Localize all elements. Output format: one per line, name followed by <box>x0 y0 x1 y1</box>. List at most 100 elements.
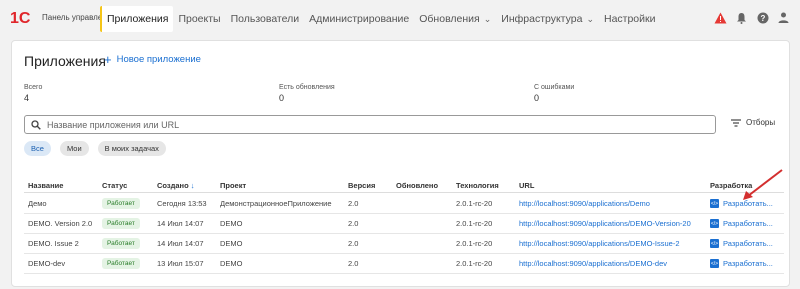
chevron-down-icon: ⌄ <box>586 14 594 24</box>
col-created[interactable]: Создано ↓ <box>157 179 195 192</box>
stat-updates: Есть обновления 0 <box>279 84 335 103</box>
develop-link[interactable]: </> Разработать... <box>710 234 773 253</box>
cell-version: 2.0 <box>348 259 359 268</box>
new-app-label: Новое приложение <box>116 54 201 65</box>
develop-label: Разработать... <box>723 259 773 268</box>
applications-card: Приложения + Новое приложение Всего 4 Ес… <box>11 40 790 287</box>
chip-filter[interactable]: Мои <box>59 141 89 156</box>
chip-filter[interactable]: Все <box>24 141 51 156</box>
code-icon: </> <box>710 219 719 228</box>
table-row[interactable]: Демо Работает Сегодня 13:53 Демонстрационно… <box>24 194 784 214</box>
col-url[interactable]: URL <box>519 179 534 192</box>
logo-1c-icon[interactable]: 1С <box>10 8 40 26</box>
stat-value: 4 <box>24 93 30 103</box>
cell-version: 2.0 <box>348 199 359 208</box>
cell-status: Работает <box>102 234 140 253</box>
nav-item-3[interactable]: Администрирование <box>304 6 414 32</box>
stat-value: 0 <box>534 93 540 103</box>
col-dev[interactable]: Разработка <box>710 179 752 192</box>
url-link[interactable]: http://localhost:9090/applications/DEMO-… <box>519 214 691 233</box>
nav-item-label: Администрирование <box>309 13 410 25</box>
chip-filter[interactable]: В моих задачах <box>97 141 166 156</box>
url-link[interactable]: http://localhost:9090/applications/DEMO-… <box>519 254 667 273</box>
col-version[interactable]: Версия <box>348 179 375 192</box>
cell-name: DEMO. Issue 2 <box>28 239 79 248</box>
filters-button[interactable]: Отборы <box>731 118 775 127</box>
col-updated[interactable]: Обновлено <box>396 179 438 192</box>
cell-project: DEMO <box>220 219 243 228</box>
col-name[interactable]: Название <box>28 179 63 192</box>
col-status[interactable]: Статус <box>102 179 127 192</box>
status-badge: Работает <box>102 258 140 269</box>
warning-icon[interactable] <box>714 11 727 24</box>
nav-item-label: Проекты <box>178 13 221 25</box>
nav-item-6[interactable]: Настройки <box>599 6 661 32</box>
develop-link[interactable]: </> Разработать... <box>710 254 773 273</box>
cell-project: DEMO <box>220 259 243 268</box>
stat-errors: С ошибками 0 <box>534 84 574 103</box>
url-link[interactable]: http://localhost:9090/applications/DEMO-… <box>519 234 680 253</box>
develop-link[interactable]: </> Разработать... <box>710 214 773 233</box>
develop-label: Разработать... <box>723 239 773 248</box>
filter-chips: Все Мои В моих задачах <box>24 141 166 156</box>
table-row[interactable]: DEMO. Issue 2 Работает 14 Июл 14:07 DEMO 2.0… <box>24 234 784 254</box>
cell-tech: 2.0.1-rc-20 <box>456 219 493 228</box>
code-icon: </> <box>710 259 719 268</box>
bell-icon[interactable] <box>735 11 748 24</box>
nav-item-5[interactable]: Инфраструктура ⌄ <box>496 6 599 32</box>
filters-label: Отборы <box>746 118 776 127</box>
cell-tech: 2.0.1-rc-20 <box>456 199 493 208</box>
cell-version: 2.0 <box>348 239 359 248</box>
table-row[interactable]: DEMO. Version 2.0 Работает 14 Июл 14:07 DEM… <box>24 214 784 234</box>
stat-label: Есть обновления <box>279 84 335 91</box>
col-created-label: Создано <box>157 181 189 190</box>
new-app-button[interactable]: + Новое приложение <box>104 51 201 67</box>
plus-icon: + <box>104 51 112 67</box>
table-header: Название Статус Создано ↓ Проект Версия … <box>24 179 784 193</box>
nav-item-label: Приложения <box>107 13 169 25</box>
search-placeholder: Название приложения или URL <box>47 119 180 130</box>
url-link[interactable]: http://localhost:9090/applications/Demo <box>519 194 650 213</box>
nav-item-0[interactable]: Приложения <box>100 6 174 32</box>
main-nav: Приложения Проекты Пользователи Администрир… <box>100 6 660 32</box>
develop-label: Разработать... <box>723 219 773 228</box>
nav-item-1[interactable]: Проекты <box>173 6 225 32</box>
status-badge: Работает <box>102 238 140 249</box>
develop-link[interactable]: </> Разработать... <box>710 194 773 213</box>
col-tech[interactable]: Технология <box>456 179 499 192</box>
sort-desc-icon: ↓ <box>190 181 195 190</box>
cell-created: 13 Июл 15:07 <box>157 259 204 268</box>
col-project[interactable]: Проект <box>220 179 246 192</box>
cell-project: DEMO <box>220 239 243 248</box>
cell-created: 14 Июл 14:07 <box>157 219 204 228</box>
chevron-down-icon: ⌄ <box>483 14 492 24</box>
stat-label: С ошибками <box>534 84 575 91</box>
nav-item-label: Настройки <box>603 13 656 25</box>
status-badge: Работает <box>102 198 140 209</box>
stat-total: Всего 4 <box>24 84 42 103</box>
nav-item-label: Обновления <box>419 13 480 25</box>
svg-text:1С: 1С <box>10 10 31 26</box>
cell-status: Работает <box>102 194 140 213</box>
user-icon[interactable] <box>777 11 790 24</box>
filter-icon <box>731 118 741 127</box>
nav-item-label: Пользователи <box>230 13 300 25</box>
table-row[interactable]: DEMO-dev Работает 13 Июл 15:07 DEMO 2.0 2.0.1… <box>24 254 784 274</box>
help-icon[interactable]: ? <box>756 11 769 24</box>
top-icons: ? <box>714 11 790 24</box>
status-badge: Работает <box>102 218 140 229</box>
cell-status: Работает <box>102 254 140 273</box>
svg-text:?: ? <box>760 14 765 23</box>
nav-item-2[interactable]: Пользователи <box>226 6 305 32</box>
code-icon: </> <box>710 199 719 208</box>
cell-version: 2.0 <box>348 219 359 228</box>
nav-item-label: Инфраструктура <box>501 13 583 25</box>
search-input[interactable]: Название приложения или URL <box>24 115 716 134</box>
nav-item-4[interactable]: Обновления ⌄ <box>414 6 496 32</box>
develop-label: Разработать... <box>723 199 773 208</box>
cell-name: DEMO. Version 2.0 <box>28 219 93 228</box>
code-icon: </> <box>710 239 719 248</box>
cell-name: Демо <box>28 199 47 208</box>
cell-tech: 2.0.1-rc-20 <box>456 239 493 248</box>
cell-status: Работает <box>102 214 140 233</box>
